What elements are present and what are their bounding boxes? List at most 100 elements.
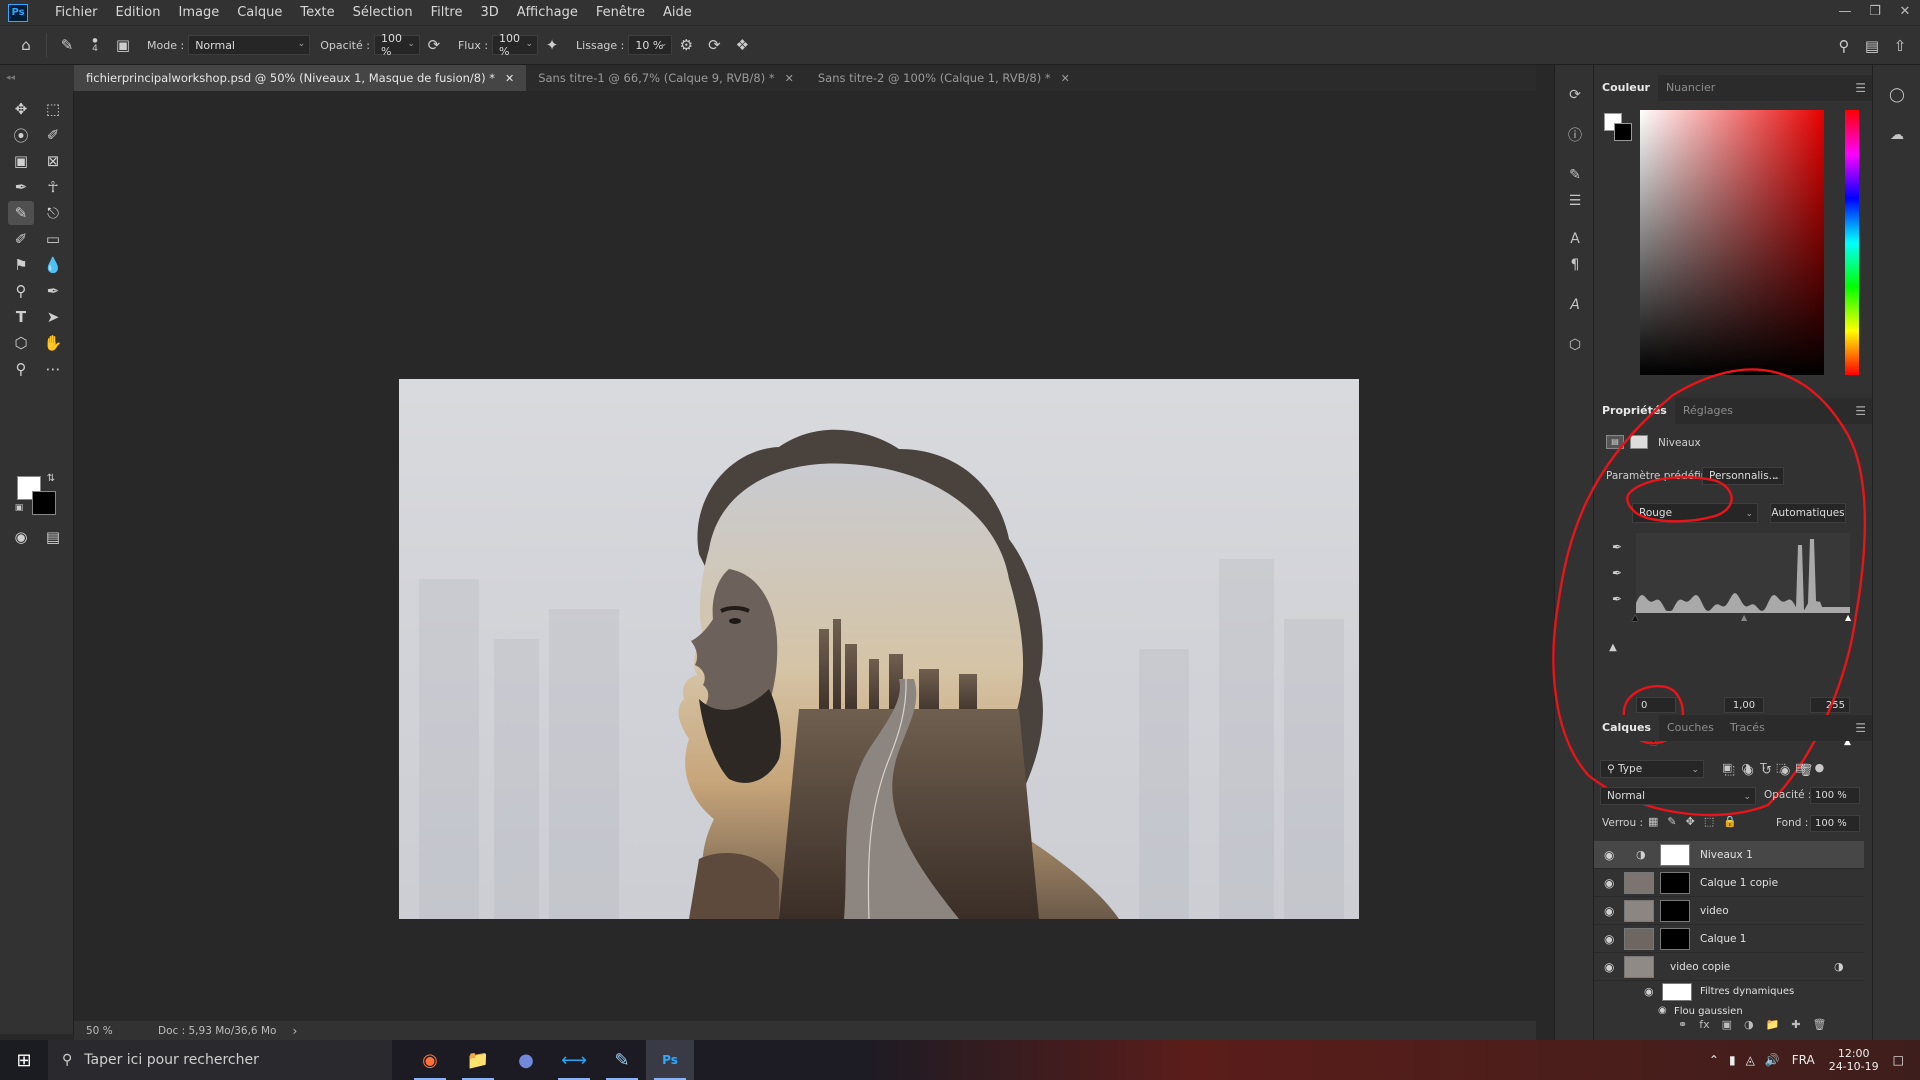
notepad-icon[interactable]: ✎ [598,1040,646,1080]
opacity-field[interactable]: 100 % ⌄ [373,32,420,58]
hand-tool-icon[interactable]: ✋ [40,331,66,355]
tab-calques[interactable]: Calques [1594,715,1659,741]
paragraph-icon[interactable]: ¶ [1563,253,1587,277]
tab-document-2[interactable]: Sans titre-1 @ 66,7% (Calque 9, RVB/8) *… [526,65,806,91]
eraser-tool-icon[interactable]: ▭ [40,227,66,251]
clipping-icon[interactable]: ▲ [1600,635,1626,659]
brushes-icon[interactable]: ✎ [1563,163,1587,187]
eye-icon[interactable]: ◉ [1604,960,1614,974]
libraries-icon[interactable]: ☁ [1885,123,1909,147]
3d-icon[interactable]: ⬡ [1563,333,1587,357]
lock-transparent-icon[interactable]: ▦ [1648,815,1658,828]
mask-icon[interactable] [1630,435,1648,449]
menu-image[interactable]: Image [169,0,228,25]
smoothing-settings-icon[interactable]: ⚙ [672,31,700,59]
auto-button[interactable]: Automatiques [1770,503,1846,523]
menu-fenetre[interactable]: Fenêtre [587,0,654,25]
shape-tool-icon[interactable]: ⬡ [8,331,34,355]
menu-texte[interactable]: Texte [291,0,343,25]
color-picker-field[interactable] [1640,110,1824,375]
add-mask-icon[interactable]: ▣ [1722,1018,1732,1031]
close-icon[interactable]: ✕ [1890,0,1920,25]
brush-preset-icon[interactable]: ✎ [53,31,81,59]
more-tools-icon[interactable]: ⋯ [40,357,66,381]
black-eyedropper-icon[interactable]: ✒ [1604,535,1630,559]
levels-icon[interactable]: ▤ [1606,435,1624,449]
path-selection-tool-icon[interactable]: ➤ [40,305,66,329]
blend-mode-select[interactable]: Normal ⌄ [1600,787,1756,805]
chevron-up-icon[interactable]: ⌃ [1709,1053,1719,1067]
menu-edition[interactable]: Edition [107,0,170,25]
dodge-tool-icon[interactable]: ⚲ [8,279,34,303]
close-icon[interactable]: ✕ [785,72,794,85]
brush-tool-icon[interactable]: ✎ [8,201,34,225]
clone-stamp-tool-icon[interactable]: ⎋ [40,201,66,225]
adjustments-icon[interactable]: ☰ [1563,189,1587,213]
workspace-icon[interactable]: ▤ [1858,32,1886,60]
color-bg-swatch[interactable] [1614,123,1632,141]
fx-icon[interactable]: fx [1699,1018,1709,1031]
trash-icon[interactable]: 🗑 [1813,1018,1827,1031]
tab-reglages[interactable]: Réglages [1675,398,1741,424]
restore-icon[interactable]: ❐ [1860,0,1890,25]
notifications-icon[interactable]: □ [1893,1053,1904,1067]
crop-tool-icon[interactable]: ▣ [8,149,34,173]
zoom-tool-icon[interactable]: ⚲ [8,357,34,381]
vscode-icon[interactable]: ⟷ [550,1040,598,1080]
document-canvas-image[interactable] [399,379,1359,919]
input-gamma-field[interactable]: 1,00 [1724,697,1764,713]
history-icon[interactable]: ⟳ [1563,83,1587,107]
new-adjustment-icon[interactable]: ◑ [1744,1018,1754,1031]
language-indicator[interactable]: FRA [1792,1053,1815,1067]
close-icon[interactable]: ✕ [1061,72,1070,85]
zoom-level[interactable]: 50 % [86,1025,144,1037]
tab-couleur[interactable]: Couleur [1594,75,1658,101]
blur-tool-icon[interactable]: 💧 [40,253,66,277]
info-icon[interactable]: ⓘ [1563,123,1587,147]
menu-affichage[interactable]: Affichage [508,0,587,25]
tab-couches[interactable]: Couches [1659,715,1722,741]
menu-aide[interactable]: Aide [654,0,701,25]
quick-selection-tool-icon[interactable]: ✐ [40,123,66,147]
white-point-handle[interactable]: ▲ [1845,613,1851,622]
toolbar-collapse[interactable]: ◂◂ [0,65,74,91]
new-group-icon[interactable]: 📁 [1766,1018,1780,1031]
smart-filters-row[interactable]: ◉ Filtres dynamiques [1594,981,1864,1003]
home-icon[interactable]: ⌂ [12,31,40,59]
photoshop-logo-icon[interactable]: Ps [8,3,28,22]
tab-traces[interactable]: Tracés [1722,715,1773,741]
type-tool-icon[interactable]: T [8,305,34,329]
layer-row[interactable]: ◉ video [1594,897,1864,925]
file-explorer-icon[interactable]: 📁 [454,1040,502,1080]
pressure-size-icon[interactable]: ⟳ [700,31,728,59]
background-color-swatch[interactable] [32,491,56,515]
pressure-opacity-icon[interactable]: ⟳ [420,31,448,59]
canvas-area[interactable] [74,91,1536,1021]
input-white-field[interactable]: 255 [1810,697,1850,713]
menu-fichier[interactable]: Fichier [46,0,107,25]
filter-shape-icon[interactable]: ⬚ [1776,761,1786,774]
layer-mask-thumb[interactable] [1660,844,1690,866]
move-tool-icon[interactable]: ✥ [8,97,34,121]
pen-tool-icon[interactable]: ✒ [40,279,66,303]
menu-calque[interactable]: Calque [228,0,291,25]
eye-icon[interactable]: ◉ [1604,904,1614,918]
filter-type-icon[interactable]: T [1760,761,1767,774]
chevron-right-icon[interactable]: › [292,1024,297,1038]
network-icon[interactable]: ◬ [1746,1053,1755,1067]
lock-all-icon[interactable]: 🔒 [1723,815,1737,828]
menu-selection[interactable]: Sélection [344,0,422,25]
layer-row[interactable]: ◉ Calque 1 copie [1594,869,1864,897]
taskbar-search[interactable]: ⚲ Taper ici pour rechercher [48,1040,392,1080]
panel-menu-icon[interactable]: ☰ [1855,404,1866,418]
search-icon[interactable]: ⚲ [1830,32,1858,60]
white-eyedropper-icon[interactable]: ✒ [1604,587,1630,611]
menu-filtre[interactable]: Filtre [422,0,472,25]
eye-icon[interactable]: ◉ [1604,932,1614,946]
lock-artboard-icon[interactable]: ⬚ [1704,815,1714,828]
screen-mode-icon[interactable]: ▤ [40,525,66,549]
link-layers-icon[interactable]: ⚭ [1678,1018,1687,1031]
layer-opacity-field[interactable]: 100 % [1810,787,1860,804]
history-brush-tool-icon[interactable]: ✐ [8,227,34,251]
symmetry-icon[interactable]: ❖ [728,31,756,59]
